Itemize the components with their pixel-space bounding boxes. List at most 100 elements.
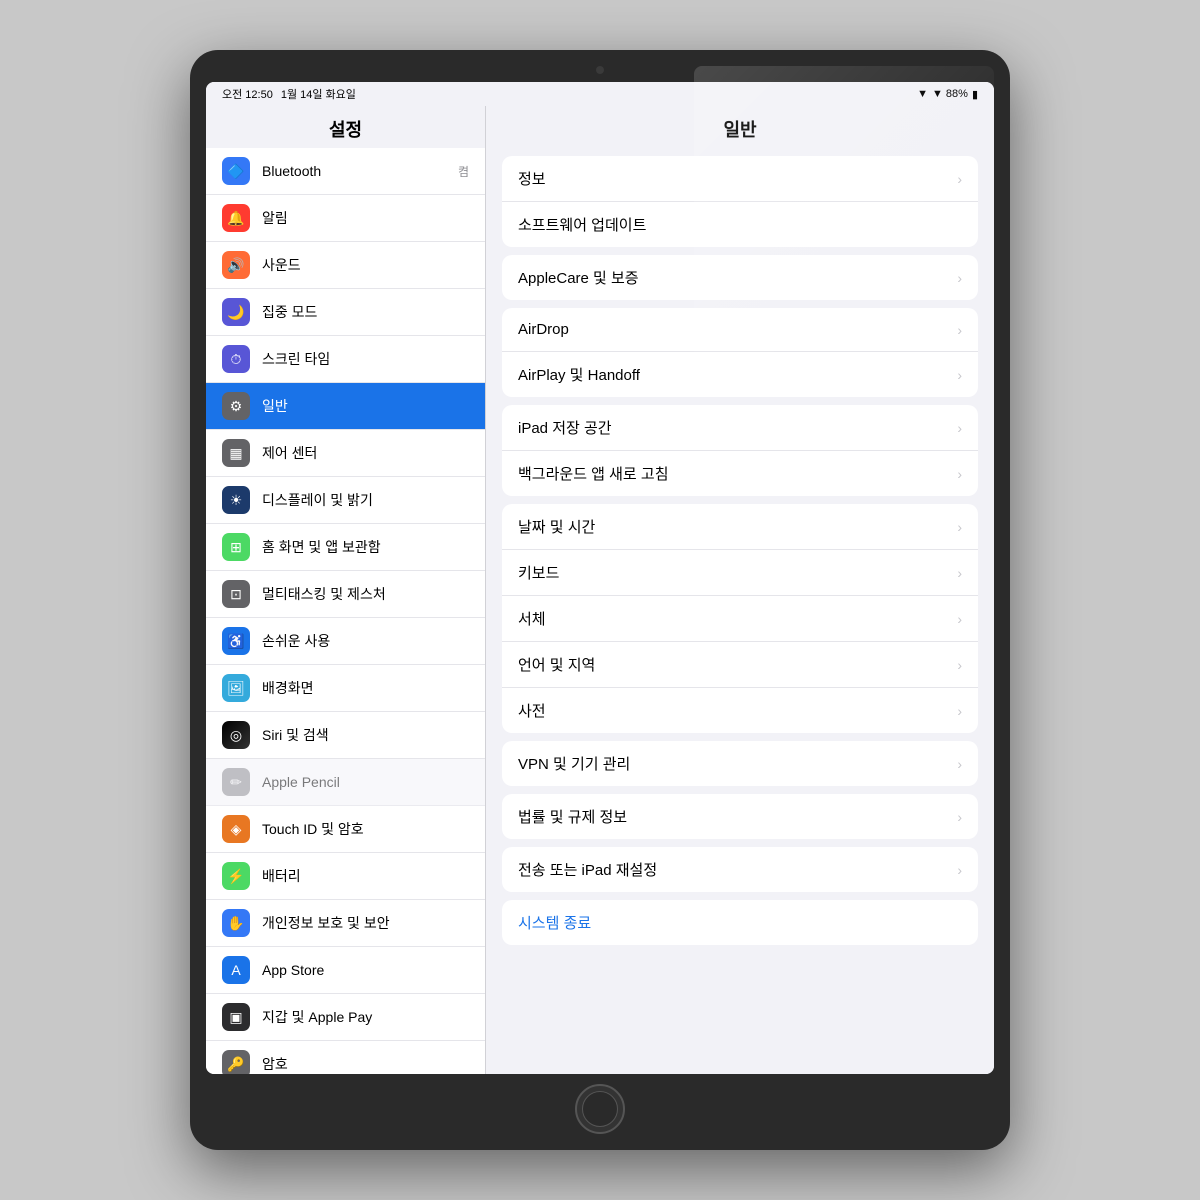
touchid-icon: ◈ — [222, 815, 250, 843]
bluetooth-badge: 켬 — [458, 163, 469, 180]
settings-row-1-0[interactable]: AppleCare 및 보증› — [502, 255, 978, 300]
focus-icon: 🌙 — [222, 298, 250, 326]
siri-icon: ◎ — [222, 721, 250, 749]
settings-row-label-4-4: 사전 — [518, 700, 949, 721]
sidebar: 설정 🔷Bluetooth켬🔔알림🔊사운드🌙집중 모드⏱스크린 타임⚙일반▦제어… — [206, 106, 486, 1074]
date-display: 1월 14일 화요일 — [281, 86, 356, 102]
sidebar-item-touchid[interactable]: ◈Touch ID 및 암호 — [206, 806, 485, 853]
settings-row-2-1[interactable]: AirPlay 및 Handoff› — [502, 352, 978, 397]
chevron-icon-3-0: › — [957, 420, 962, 436]
sidebar-item-general[interactable]: ⚙일반 — [206, 383, 485, 430]
focus-label: 집중 모드 — [262, 302, 317, 322]
right-panel: 일반 정보›소프트웨어 업데이트AppleCare 및 보증›AirDrop›A… — [486, 106, 994, 1074]
battery-icon: ⚡ — [222, 862, 250, 890]
control-icon: ▦ — [222, 439, 250, 467]
status-bar: 오전 12:50 1월 14일 화요일 ▼ ▼ 88% ▮ — [206, 82, 994, 106]
accessibility-label: 손쉬운 사용 — [262, 631, 330, 651]
sidebar-item-sound[interactable]: 🔊사운드 — [206, 242, 485, 289]
settings-row-3-0[interactable]: iPad 저장 공간 › — [502, 405, 978, 451]
battery-label: 배터리 — [262, 866, 301, 886]
appstore-label: App Store — [262, 962, 324, 978]
settings-row-label-6-0: 법률 및 규제 정보 — [518, 806, 949, 827]
sidebar-item-display[interactable]: ☀디스플레이 및 밝기 — [206, 477, 485, 524]
sidebar-item-pencil[interactable]: ✏ Apple Pencil — [206, 759, 485, 806]
settings-row-label-0-1: 소프트웨어 업데이트 — [518, 214, 962, 235]
sidebar-item-multitask[interactable]: ⊡ 멀티태스킹 및 제스처 — [206, 571, 485, 618]
sidebar-item-focus[interactable]: 🌙 집중 모드 — [206, 289, 485, 336]
settings-group-4: 날짜 및 시간›키보드›서체›언어 및 지역›사전› — [502, 504, 978, 733]
sidebar-item-privacy[interactable]: ✋개인정보 보호 및 보안 — [206, 900, 485, 947]
chevron-icon-5-0: › — [957, 756, 962, 772]
settings-row-3-1[interactable]: 백그라운드 앱 새로 고침 › — [502, 451, 978, 496]
sidebar-item-battery[interactable]: ⚡ 배터리 — [206, 853, 485, 900]
bluetooth-icon: 🔷 — [222, 157, 250, 185]
settings-row-label-3-0: iPad 저장 공간 — [518, 417, 949, 438]
accessibility-icon: ♿ — [222, 627, 250, 655]
settings-row-0-1[interactable]: 소프트웨어 업데이트 — [502, 202, 978, 247]
pencil-icon: ✏ — [222, 768, 250, 796]
chevron-icon-4-1: › — [957, 565, 962, 581]
alarm-icon: 🔔 — [222, 204, 250, 232]
settings-group-2: AirDrop›AirPlay 및 Handoff› — [502, 308, 978, 397]
settings-row-4-2[interactable]: 서체› — [502, 596, 978, 642]
settings-group-6: 법률 및 규제 정보 › — [502, 794, 978, 839]
battery-icon: ▮ — [972, 88, 978, 101]
settings-row-label-4-1: 키보드 — [518, 562, 949, 583]
settings-row-4-3[interactable]: 언어 및 지역› — [502, 642, 978, 688]
sidebar-item-password[interactable]: 🔑암호 — [206, 1041, 485, 1074]
general-icon: ⚙ — [222, 392, 250, 420]
settings-row-4-0[interactable]: 날짜 및 시간› — [502, 504, 978, 550]
settings-row-8-0[interactable]: 시스템 종료 — [502, 900, 978, 945]
wallpaper-label: 배경화면 — [262, 678, 314, 698]
home-icon: ⊞ — [222, 533, 250, 561]
settings-row-label-3-1: 백그라운드 앱 새로 고침 — [518, 463, 949, 484]
screentime-label: 스크린 타임 — [262, 349, 330, 369]
settings-row-label-2-0: AirDrop — [518, 321, 949, 338]
sidebar-item-accessibility[interactable]: ♿ 손쉬운 사용 — [206, 618, 485, 665]
sidebar-item-home[interactable]: ⊞홈 화면 및 앱 보관함 — [206, 524, 485, 571]
settings-row-6-0[interactable]: 법률 및 규제 정보 › — [502, 794, 978, 839]
password-label: 암호 — [262, 1054, 288, 1074]
sidebar-item-control[interactable]: ▦제어 센터 — [206, 430, 485, 477]
settings-group-1: AppleCare 및 보증› — [502, 255, 978, 300]
front-camera — [596, 66, 604, 74]
right-panel-content: 정보›소프트웨어 업데이트AppleCare 및 보증›AirDrop›AirP… — [486, 156, 994, 945]
privacy-icon: ✋ — [222, 909, 250, 937]
wallpaper-icon: 🖼 — [222, 674, 250, 702]
pencil-label: Apple Pencil — [262, 774, 340, 790]
multitask-icon: ⊡ — [222, 580, 250, 608]
sidebar-item-bluetooth[interactable]: 🔷 Bluetooth 켬 — [206, 148, 485, 195]
screentime-icon: ⏱ — [222, 345, 250, 373]
settings-row-label-7-0: 전송 또는 iPad 재설정 — [518, 859, 949, 880]
home-button[interactable] — [575, 1084, 625, 1134]
settings-row-label-2-1: AirPlay 및 Handoff — [518, 364, 949, 385]
settings-row-2-0[interactable]: AirDrop› — [502, 308, 978, 352]
settings-row-4-4[interactable]: 사전› — [502, 688, 978, 733]
sidebar-item-alarm[interactable]: 🔔 알림 — [206, 195, 485, 242]
sidebar-item-wallpaper[interactable]: 🖼 배경화면 — [206, 665, 485, 712]
chevron-icon-6-0: › — [957, 809, 962, 825]
sidebar-item-siri[interactable]: ◎ Siri 및 검색 — [206, 712, 485, 759]
status-right: ▼ ▼ 88% ▮ — [917, 88, 978, 101]
sidebar-item-wallet[interactable]: ▣지갑 및 Apple Pay — [206, 994, 485, 1041]
multitask-label: 멀티태스킹 및 제스처 — [262, 584, 386, 604]
bluetooth-label: Bluetooth — [262, 163, 321, 179]
siri-label: Siri 및 검색 — [262, 725, 329, 745]
alarm-label: 알림 — [262, 208, 288, 228]
settings-row-0-0[interactable]: 정보 › — [502, 156, 978, 202]
settings-group-5: VPN 및 기기 관리› — [502, 741, 978, 786]
settings-row-5-0[interactable]: VPN 및 기기 관리› — [502, 741, 978, 786]
sidebar-item-screentime[interactable]: ⏱ 스크린 타임 — [206, 336, 485, 383]
settings-row-7-0[interactable]: 전송 또는 iPad 재설정 › — [502, 847, 978, 892]
chevron-icon-4-2: › — [957, 611, 962, 627]
screen: 오전 12:50 1월 14일 화요일 ▼ ▼ 88% ▮ 설정 🔷Blueto… — [206, 82, 994, 1074]
settings-row-label-4-0: 날짜 및 시간 — [518, 516, 949, 537]
chevron-icon-0-0: › — [957, 171, 962, 187]
settings-row-label-8-0: 시스템 종료 — [518, 912, 962, 933]
settings-group-0: 정보 › 소프트웨어 업데이트 — [502, 156, 978, 247]
sidebar-item-appstore[interactable]: AApp Store — [206, 947, 485, 994]
settings-row-label-0-0: 정보 — [518, 168, 949, 189]
chevron-icon-3-1: › — [957, 466, 962, 482]
settings-row-4-1[interactable]: 키보드 › — [502, 550, 978, 596]
chevron-icon-7-0: › — [957, 862, 962, 878]
